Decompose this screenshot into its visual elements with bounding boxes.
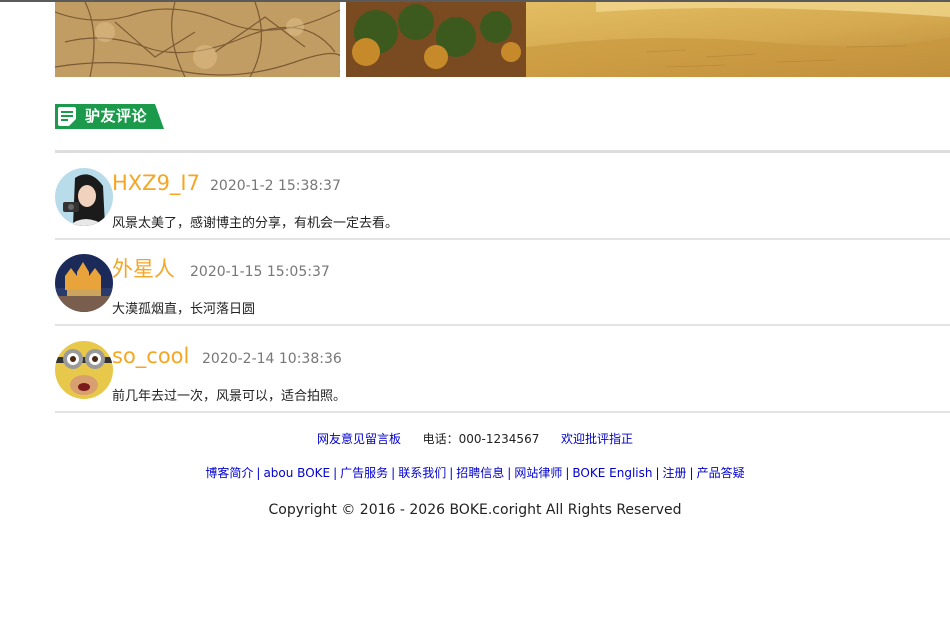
footer-link-contact[interactable]: 联系我们 <box>398 466 446 480</box>
castle-night-avatar <box>55 254 113 312</box>
comment-text: 前几年去过一次，风景可以，适合拍照。 <box>112 389 347 404</box>
comment-author[interactable]: so_cool <box>112 343 189 369</box>
section-header: 驴友评论 <box>55 104 165 129</box>
comment-text: 大漠孤烟直，长河落日圆 <box>112 302 256 317</box>
footer-link-english[interactable]: BOKE English <box>572 466 652 480</box>
comment-item: so_cool 2020-2-14 10:38:36 前几年去过一次，风景可以，… <box>55 325 950 409</box>
comment-item: HXZ9_I7 2020-1-2 15:38:37 风景太美了，感谢博主的分享，… <box>55 152 950 236</box>
footer-link-register[interactable]: 注册 <box>663 466 687 480</box>
footer-link-about[interactable]: 博客简介 <box>205 466 253 480</box>
comment-text: 风景太美了，感谢博主的分享，有机会一定去看。 <box>112 216 399 231</box>
guestbook-link[interactable]: 网友意见留言板 <box>317 432 401 446</box>
footer-link-ads[interactable]: 广告服务 <box>340 466 388 480</box>
feedback-link[interactable]: 欢迎批评指正 <box>561 432 633 446</box>
comment-time: 2020-2-14 10:38:36 <box>202 351 342 367</box>
comment-time: 2020-1-15 15:05:37 <box>190 264 330 280</box>
footer-link-jobs[interactable]: 招聘信息 <box>456 466 504 480</box>
footer-contact: 网友意见留言板 电话：000-1234567 欢迎批评指正 <box>0 431 950 447</box>
footer-link-lawyer[interactable]: 网站律师 <box>514 466 562 480</box>
desert-roots-photo <box>55 2 340 77</box>
comment-time: 2020-1-2 15:38:37 <box>210 178 341 194</box>
footer-link-about-en[interactable]: abou BOKE <box>263 466 330 480</box>
footer-links: 博客简介 | abou BOKE | 广告服务 | 联系我们 | 招聘信息 | 网站律师 | BOKE … <box>205 466 745 480</box>
comment-item: 外星人 2020-1-15 15:05:37 大漠孤烟直，长河落日圆 <box>55 238 950 322</box>
copyright-text: Copyright © 2016 - 2026 BOKE.coright All… <box>268 502 682 518</box>
comment-author[interactable]: HXZ9_I7 <box>112 170 200 196</box>
section-title: 驴友评论 <box>85 107 148 125</box>
comment-author[interactable]: 外星人 <box>112 256 175 282</box>
phone-text: 电话：000-1234567 <box>422 432 540 446</box>
desert-sunset-photo <box>346 2 950 77</box>
comment-doc-icon <box>58 107 76 126</box>
comment-divider <box>55 411 950 413</box>
footer-link-faq[interactable]: 产品答疑 <box>697 466 745 480</box>
minion-avatar <box>55 341 113 399</box>
girl-with-camera-avatar <box>55 168 113 226</box>
